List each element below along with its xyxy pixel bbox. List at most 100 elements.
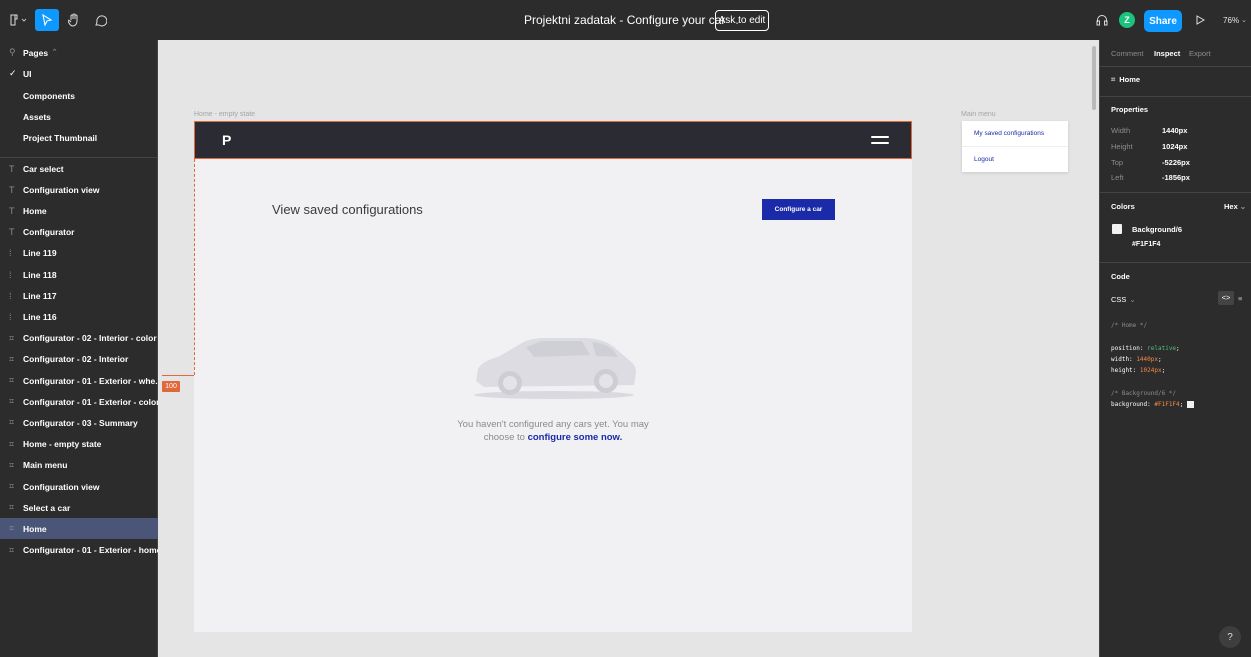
property-key: Left — [1111, 173, 1124, 182]
text-icon: T — [9, 163, 15, 174]
tab-export[interactable]: Export — [1189, 49, 1211, 58]
layer-label: Home — [23, 523, 47, 534]
help-button[interactable]: ? — [1219, 626, 1241, 648]
line-icon: ⁞ — [9, 290, 12, 301]
tab-inspect[interactable]: Inspect — [1154, 49, 1180, 58]
layer-label: Configurator - 01 - Exterior - whe... — [23, 375, 158, 386]
frame-icon: ⌗ — [9, 438, 15, 449]
tab-comment[interactable]: Comment — [1111, 49, 1144, 58]
line-icon: ⁞ — [9, 248, 12, 259]
code-view-icon[interactable]: <> — [1218, 291, 1234, 305]
layer-item[interactable]: ⌗ Select a car — [0, 497, 158, 518]
hamburger-menu-icon[interactable] — [871, 136, 889, 145]
layer-item[interactable]: ⌗ Configurator - 01 - Exterior - color — [0, 391, 158, 412]
headphones-icon[interactable] — [1093, 9, 1111, 31]
hand-tool-icon[interactable] — [64, 9, 84, 31]
layer-item[interactable]: ⌗ Home — [0, 518, 158, 540]
layer-item[interactable]: ⌗ Configurator - 02 - Interior — [0, 349, 158, 370]
frame-icon: ⌗ — [9, 332, 15, 343]
empty-state-message: You haven't configured any cars yet. You… — [408, 418, 698, 444]
layer-item[interactable]: ⁞ Line 118 — [0, 264, 158, 285]
property-value[interactable]: 1024px — [1162, 142, 1187, 151]
configure-car-button[interactable]: Configure a car — [762, 199, 835, 220]
avatar[interactable]: Z — [1119, 12, 1135, 28]
car-illustration — [474, 338, 636, 399]
layer-item[interactable]: ⌗ Configurator - 01 - Exterior - home — [0, 540, 158, 561]
move-tool-icon[interactable] — [35, 9, 59, 31]
layer-label: Main menu — [23, 460, 68, 471]
layer-item[interactable]: T Configuration view — [0, 179, 158, 200]
frame-icon: ⌗ — [9, 375, 15, 385]
comment-tool-icon[interactable] — [90, 9, 110, 31]
frame-label[interactable]: Home - empty state — [194, 111, 255, 118]
menu-item-logout[interactable]: Logout — [974, 156, 994, 163]
list-view-icon[interactable]: ≡ — [1238, 294, 1242, 303]
property-key: Height — [1111, 142, 1133, 151]
layer-item[interactable]: ⌗ Home - empty state — [0, 434, 158, 455]
layer-item[interactable]: T Configurator — [0, 222, 158, 243]
layer-item[interactable]: ⌗ Configurator - 02 - Interior - color — [0, 328, 158, 349]
layer-item[interactable]: ⌗ Configurator - 01 - Exterior - whe... — [0, 370, 158, 391]
property-value[interactable]: 1440px — [1162, 126, 1187, 135]
layer-item[interactable]: ⌗ Configurator - 03 - Summary — [0, 412, 158, 433]
present-play-icon[interactable] — [1192, 9, 1208, 31]
home-empty-state-frame[interactable]: P View saved configurations Configure a … — [194, 121, 912, 632]
page-item-components[interactable]: Components — [0, 85, 158, 106]
layer-item[interactable]: T Home — [0, 200, 158, 221]
inspect-panel: Comment Inspect Export ⌗ Home Properties … — [1099, 40, 1251, 657]
main-menu-popup[interactable]: My saved configurations Logout — [962, 121, 1068, 172]
color-hex[interactable]: #F1F1F4 — [1132, 241, 1160, 248]
page-item-project-thumbnail[interactable]: Project Thumbnail — [0, 127, 158, 148]
page-item-label: Assets — [23, 111, 51, 122]
empty-state-line-1: You haven't configured any cars yet. You… — [457, 419, 649, 430]
layer-label: Configurator - 02 - Interior — [23, 354, 129, 365]
configure-now-link[interactable]: configure some now. — [528, 432, 623, 443]
layer-item[interactable]: ⁞ Line 117 — [0, 285, 158, 306]
top-toolbar: Projektni zadatak - Configure your car ⌄… — [0, 0, 1251, 40]
frame-icon: ⌗ — [9, 481, 15, 491]
layer-item[interactable]: ⁞ Line 119 — [0, 243, 158, 264]
layer-label: Select a car — [23, 502, 71, 513]
ask-to-edit-button[interactable]: Ask to edit — [715, 10, 769, 31]
color-name[interactable]: Background/6 — [1132, 225, 1182, 234]
page-item-assets[interactable]: Assets — [0, 106, 158, 127]
layer-item[interactable]: ⌗ Main menu — [0, 455, 158, 476]
layer-item[interactable]: ⌗ Configuration view — [0, 476, 158, 497]
color-swatch — [1186, 401, 1194, 408]
layer-label: Configurator - 02 - Interior - color — [23, 333, 157, 344]
code-language-dropdown[interactable]: CSS ⌄ — [1111, 295, 1136, 304]
menu-frame-label[interactable]: Main menu — [961, 111, 996, 118]
zoom-value: 76% — [1223, 15, 1240, 25]
frame-icon: ⌗ — [9, 459, 15, 470]
page-item-ui[interactable]: ✓ UI — [0, 63, 158, 84]
divider — [1100, 262, 1251, 263]
layer-item[interactable]: ⁞ Line 116 — [0, 306, 158, 327]
color-format-dropdown[interactable]: Hex ⌄ — [1224, 202, 1246, 211]
file-title[interactable]: Projektni zadatak - Configure your car ⌄ — [524, 13, 740, 27]
layer-label: Configuration view — [23, 481, 100, 492]
design-canvas[interactable]: Home - empty state Main menu P View save… — [158, 40, 1099, 657]
main-menu-icon[interactable] — [6, 9, 30, 31]
property-value[interactable]: -1856px — [1162, 173, 1190, 182]
line-icon: ⁞ — [9, 269, 12, 280]
chevron-down-icon: ⌄ — [1239, 202, 1247, 211]
search-icon[interactable]: ⚲ — [9, 47, 23, 58]
app-header[interactable]: P — [194, 121, 912, 159]
property-value[interactable]: -5226px — [1162, 158, 1190, 167]
pages-header[interactable]: ⚲ Pages ⌃ — [0, 42, 158, 63]
share-button[interactable]: Share — [1144, 10, 1182, 32]
property-key: Top — [1111, 158, 1124, 167]
menu-item-saved-configurations[interactable]: My saved configurations — [974, 130, 1044, 137]
layer-label: Line 119 — [23, 248, 57, 259]
layer-label: Configurator — [23, 227, 75, 238]
measure-line — [194, 159, 195, 375]
text-icon: T — [9, 205, 15, 216]
zoom-dropdown[interactable]: 76% ⌄ — [1220, 9, 1250, 31]
color-swatch[interactable] — [1112, 224, 1122, 234]
colors-header: Colors — [1111, 202, 1135, 211]
canvas-scrollbar[interactable] — [1092, 46, 1096, 110]
layer-label: Home — [23, 205, 47, 216]
layer-item[interactable]: T Car select — [0, 158, 158, 179]
page-title: View saved configurations — [272, 202, 423, 217]
chevron-down-icon: ⌃ — [51, 47, 59, 57]
